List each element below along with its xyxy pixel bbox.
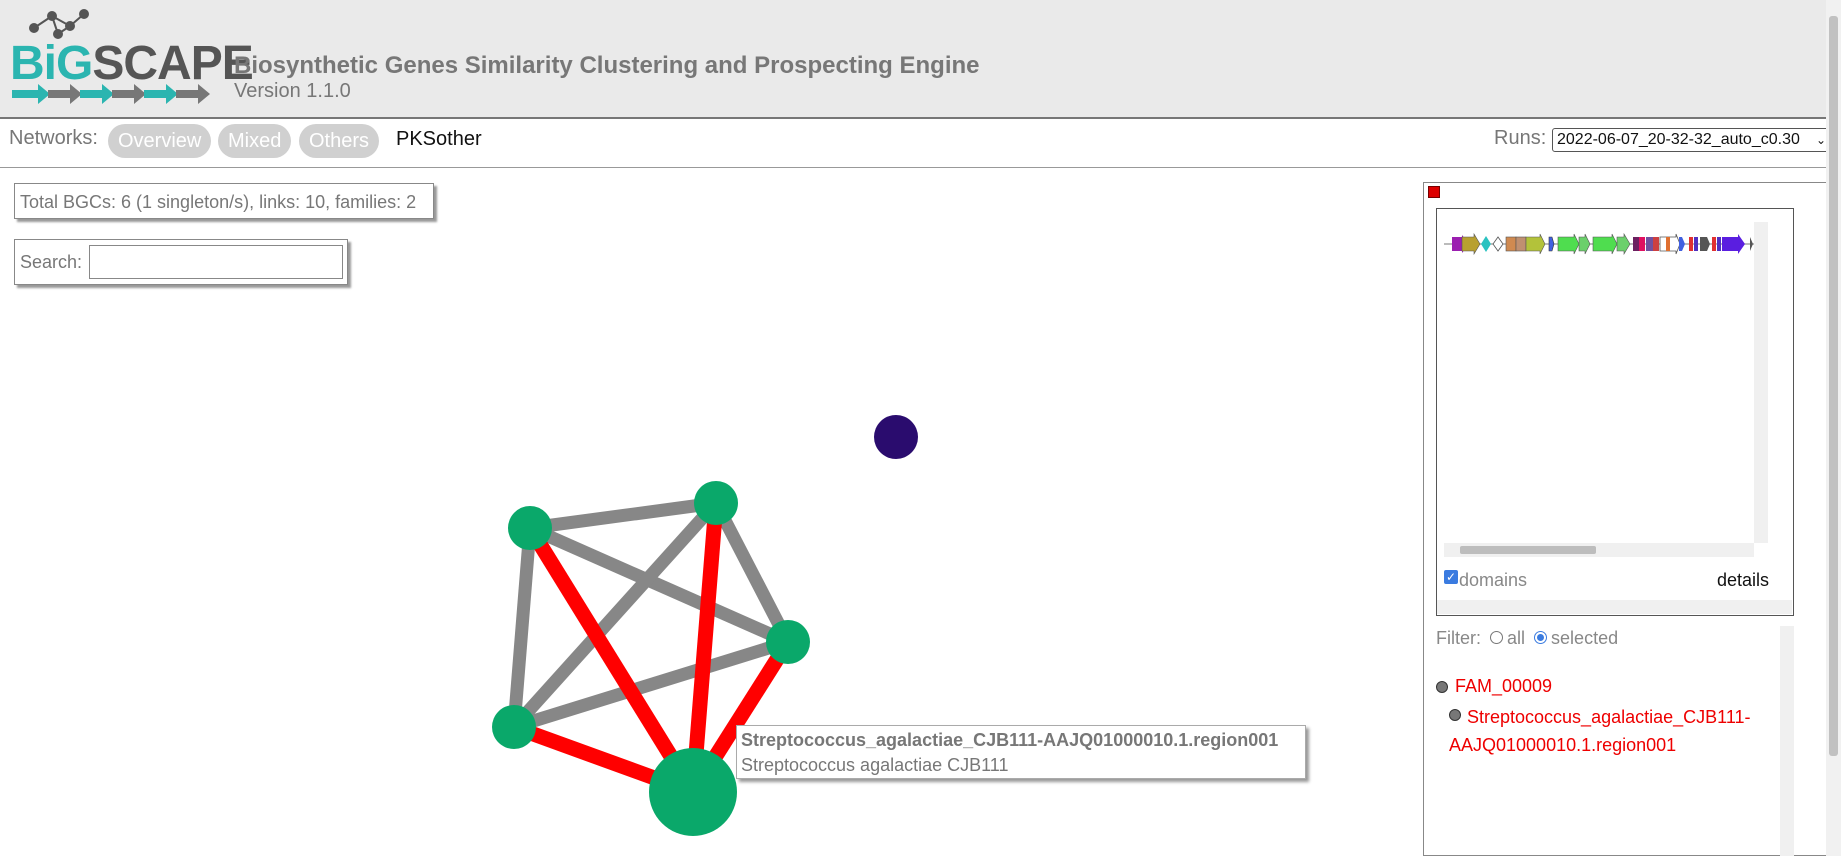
domains-label: domains (1459, 570, 1528, 590)
network-stats: Total BGCs: 6 (1 singleton/s), links: 10… (14, 183, 434, 219)
tab-others[interactable]: Others (299, 124, 380, 158)
bgc-node[interactable] (694, 481, 738, 525)
runs-select[interactable]: 2022-06-07_20-32-32_auto_c0.30 ⌄ (1552, 128, 1830, 152)
chevron-down-icon: ⌄ (1815, 133, 1826, 147)
filter-label: Filter: (1436, 628, 1481, 648)
runs-label: Runs: (1494, 127, 1547, 149)
family-link[interactable]: FAM_00009 (1455, 676, 1552, 697)
app-title: Biosynthetic Genes Similarity Clustering… (234, 52, 980, 79)
bgc-link[interactable]: Streptococcus_agalactiae_CJB111-AAJQ0100… (1449, 703, 1789, 759)
panel-horizontal-scrollbar[interactable] (1437, 600, 1792, 614)
search-label: Search: (20, 252, 83, 272)
tab-current-pksother[interactable]: PKSother (396, 128, 482, 151)
bgc-node-selected[interactable] (649, 748, 737, 836)
bigscape-logo: BiGSCAPE (8, 8, 254, 108)
tooltip-bgc-name: Streptococcus_agalactiae_CJB111-AAJQ0100… (741, 730, 1279, 750)
filter-all-radio[interactable] (1490, 630, 1504, 644)
filter-bar: Filter: all selected (1436, 628, 1618, 649)
family-bullet-icon (1436, 681, 1448, 693)
tab-mixed[interactable]: Mixed (218, 124, 292, 158)
tab-overview[interactable]: Overview (108, 124, 212, 158)
bgc-node[interactable] (508, 506, 552, 550)
domains-checkbox[interactable]: ✓ (1444, 570, 1458, 584)
gene-arrow-track[interactable] (1444, 222, 1764, 558)
node-tooltip: Streptococcus_agalactiae_CJB111-AAJQ0100… (736, 725, 1306, 779)
app-version: Version 1.1.0 (234, 80, 351, 102)
logo-wordmark: BiGSCAPE (10, 37, 254, 90)
bgc-node[interactable] (766, 620, 810, 664)
search-input[interactable] (89, 245, 343, 279)
networks-label: Networks: (9, 127, 98, 149)
preview-scroll-thumb[interactable] (1460, 546, 1596, 554)
tooltip-organism: Streptococcus agalactiae CJB111 (741, 755, 1009, 775)
filter-selected-radio[interactable] (1534, 630, 1548, 644)
bgc-node[interactable] (492, 705, 536, 749)
filter-all-label[interactable]: all (1507, 628, 1525, 648)
details-link[interactable]: details (1717, 570, 1769, 591)
filter-selected-label[interactable]: selected (1551, 628, 1618, 648)
runs-select-value: 2022-06-07_20-32-32_auto_c0.30 (1557, 131, 1800, 148)
bgc-node[interactable] (874, 415, 918, 459)
page-scrollbar-thumb[interactable] (1829, 16, 1838, 756)
edge (507, 527, 537, 728)
search-box: Search: (14, 239, 348, 285)
preview-vertical-scrollbar[interactable] (1754, 222, 1768, 543)
close-panel-icon[interactable] (1428, 186, 1440, 198)
